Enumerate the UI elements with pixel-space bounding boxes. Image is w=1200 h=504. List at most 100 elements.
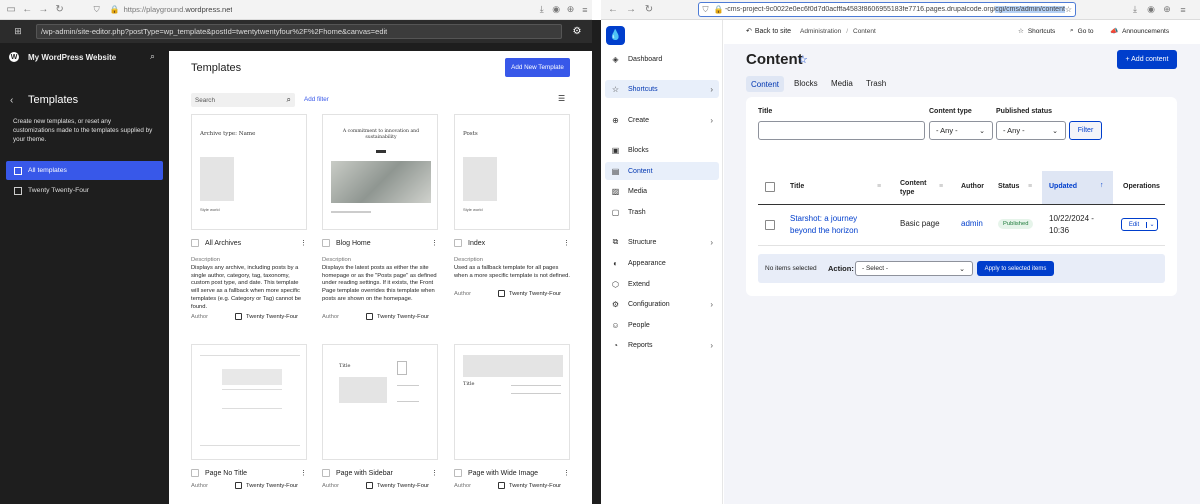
template-card-page-with-wide-image[interactable]: Title Page with Wide Image ⋮ bbox=[454, 344, 570, 478]
template-card-blog-home[interactable]: A commitment to innovation and sustainab… bbox=[322, 114, 438, 304]
template-thumbnail[interactable] bbox=[191, 344, 307, 460]
chevron-right-icon[interactable]: › bbox=[710, 116, 713, 125]
template-thumbnail[interactable]: Title bbox=[322, 344, 438, 460]
title-filter-input[interactable] bbox=[758, 121, 925, 140]
announcements-link[interactable]: 📣 Announcements bbox=[1110, 27, 1169, 36]
menu-icon[interactable]: ≡ bbox=[578, 5, 592, 15]
more-actions-icon[interactable]: ⋮ bbox=[300, 469, 307, 477]
extensions-icon[interactable]: ⊕ bbox=[1159, 4, 1175, 15]
content-type-select[interactable]: - Any - ⌄ bbox=[929, 121, 993, 140]
header-title[interactable]: Title bbox=[790, 183, 804, 190]
sidebar-toggle-icon[interactable]: ▭ bbox=[3, 4, 19, 15]
sort-icon[interactable]: ≡ bbox=[877, 183, 881, 190]
sidebar-item-all-templates[interactable]: All templates bbox=[6, 161, 163, 180]
add-content-button[interactable]: + Add content bbox=[1117, 50, 1177, 69]
select-all-checkbox[interactable] bbox=[765, 182, 775, 192]
header-content-type[interactable]: Content type bbox=[900, 179, 934, 197]
chevron-right-icon[interactable]: › bbox=[710, 238, 713, 247]
sidebar-item-trash[interactable]: ▢ Trash bbox=[605, 203, 719, 221]
sidebar-item-people[interactable]: ☺ People bbox=[605, 316, 719, 334]
select-checkbox[interactable] bbox=[191, 469, 199, 477]
header-updated[interactable]: Updated bbox=[1049, 183, 1077, 190]
extensions-icon[interactable]: ⊕ bbox=[563, 4, 577, 15]
more-actions-icon[interactable]: ⋮ bbox=[563, 469, 570, 477]
sidebar-item-shortcuts[interactable]: ☆ Shortcuts › bbox=[605, 80, 719, 98]
forward-icon[interactable]: → bbox=[622, 4, 640, 15]
sort-icon[interactable]: ≡ bbox=[1028, 183, 1032, 190]
filter-button[interactable]: Filter bbox=[1069, 121, 1102, 140]
select-checkbox[interactable] bbox=[454, 239, 462, 247]
template-thumbnail[interactable]: Archive type: Name Style world bbox=[191, 114, 307, 230]
site-title[interactable]: My WordPress Website bbox=[28, 53, 116, 62]
action-select[interactable]: - Select - ⌄ bbox=[855, 261, 973, 276]
editor-path-bar[interactable]: /wp-admin/site-editor.php?postType=wp_te… bbox=[36, 24, 562, 39]
row-checkbox[interactable] bbox=[765, 220, 775, 230]
template-card-all-archives[interactable]: Archive type: Name Style world All Archi… bbox=[191, 114, 307, 311]
sidebar-item-configuration[interactable]: ⚙ Configuration › bbox=[605, 295, 719, 313]
settings-gear-icon[interactable]: ⚙ bbox=[562, 26, 592, 37]
chevron-right-icon[interactable]: › bbox=[710, 85, 713, 94]
select-checkbox[interactable] bbox=[322, 239, 330, 247]
sidebar-item-content[interactable]: ▤ Content bbox=[605, 162, 719, 180]
template-card-page-no-title[interactable]: Page No Title ⋮ bbox=[191, 344, 307, 478]
card-title[interactable]: Page No Title bbox=[205, 470, 300, 477]
view-options-icon[interactable]: ☰ bbox=[558, 94, 565, 103]
sidebar-item-create[interactable]: ⊕ Create › bbox=[605, 111, 719, 129]
edit-button[interactable]: Edit bbox=[1122, 221, 1147, 228]
shortcuts-link[interactable]: ☆ Shortcuts bbox=[1018, 27, 1055, 36]
card-title[interactable]: Page with Wide Image bbox=[468, 470, 563, 477]
sidebar-item-structure[interactable]: ⧉ Structure › bbox=[605, 233, 719, 251]
card-title[interactable]: All Archives bbox=[205, 240, 300, 247]
breadcrumb-item[interactable]: Content bbox=[853, 28, 876, 35]
sidebar-item-twenty-twenty-four[interactable]: Twenty Twenty-Four bbox=[6, 181, 163, 200]
wp-url-bar[interactable]: ⛉ 🔒 https://playground. wordpress.net bbox=[88, 5, 429, 15]
template-thumbnail[interactable]: A commitment to innovation and sustainab… bbox=[322, 114, 438, 230]
more-actions-icon[interactable]: ⋮ bbox=[431, 469, 438, 477]
back-chevron-icon[interactable]: ‹ bbox=[10, 95, 13, 106]
more-actions-icon[interactable]: ⋮ bbox=[563, 239, 570, 247]
forward-icon[interactable]: → bbox=[35, 4, 51, 15]
sort-icon[interactable]: ≡ bbox=[939, 183, 943, 190]
card-title[interactable]: Index bbox=[468, 240, 563, 247]
reload-icon[interactable]: ↻ bbox=[51, 4, 67, 15]
apply-selected-button[interactable]: Apply to selected items bbox=[977, 261, 1054, 276]
row-author-link[interactable]: admin bbox=[961, 219, 983, 228]
chevron-right-icon[interactable]: › bbox=[710, 341, 713, 350]
sidebar-item-media[interactable]: ▨ Media bbox=[605, 182, 719, 200]
drupal-logo-icon[interactable]: 💧 bbox=[606, 26, 625, 45]
sidebar-item-extend[interactable]: ⬡ Extend bbox=[605, 275, 719, 293]
back-to-site-link[interactable]: ↶ Back to site bbox=[746, 27, 791, 36]
select-checkbox[interactable] bbox=[191, 239, 199, 247]
template-thumbnail[interactable]: Title bbox=[454, 344, 570, 460]
profile-icon[interactable]: ◉ bbox=[1143, 4, 1159, 15]
download-icon[interactable]: ⤓ bbox=[1127, 4, 1143, 15]
wordpress-logo-icon[interactable]: W bbox=[9, 52, 19, 62]
card-title[interactable]: Page with Sidebar bbox=[336, 470, 431, 477]
tab-trash[interactable]: Trash bbox=[866, 79, 886, 88]
download-icon[interactable]: ⤓ bbox=[535, 4, 549, 15]
search-input[interactable]: Search ⌕ bbox=[191, 93, 295, 107]
row-title-link[interactable]: Starshot: a journey beyond the horizon bbox=[790, 213, 878, 237]
go-to-link[interactable]: ⌕ Go to bbox=[1070, 27, 1094, 35]
search-icon[interactable]: ⌕ bbox=[150, 51, 155, 62]
sidebar-item-blocks[interactable]: ▣ Blocks bbox=[605, 141, 719, 159]
back-icon[interactable]: ← bbox=[19, 4, 35, 15]
tab-blocks[interactable]: Blocks bbox=[794, 79, 818, 88]
sidebar-item-appearance[interactable]: ◐ Appearance bbox=[605, 254, 719, 272]
menu-icon[interactable]: ≡ bbox=[1175, 5, 1191, 15]
grid-icon[interactable]: ⊞ bbox=[0, 26, 36, 37]
back-icon[interactable]: ← bbox=[604, 4, 622, 15]
more-actions-icon[interactable]: ⋮ bbox=[300, 239, 307, 247]
sort-ascending-icon[interactable]: ↑ bbox=[1100, 182, 1104, 189]
template-card-page-with-sidebar[interactable]: Title Page with Sidebar ⋮ bbox=[322, 344, 438, 478]
select-checkbox[interactable] bbox=[322, 469, 330, 477]
favorite-star-icon[interactable]: ☆ bbox=[798, 53, 808, 66]
add-new-template-button[interactable]: Add New Template bbox=[505, 58, 570, 77]
bookmark-star-icon[interactable]: ☆ bbox=[1065, 5, 1072, 14]
reload-icon[interactable]: ↻ bbox=[640, 4, 658, 15]
sidebar-item-dashboard[interactable]: ◈ Dashboard bbox=[605, 50, 719, 68]
more-actions-icon[interactable]: ⋮ bbox=[431, 239, 438, 247]
chevron-right-icon[interactable]: › bbox=[710, 300, 713, 309]
add-filter-link[interactable]: Add filter bbox=[304, 96, 329, 103]
tab-media[interactable]: Media bbox=[831, 79, 853, 88]
